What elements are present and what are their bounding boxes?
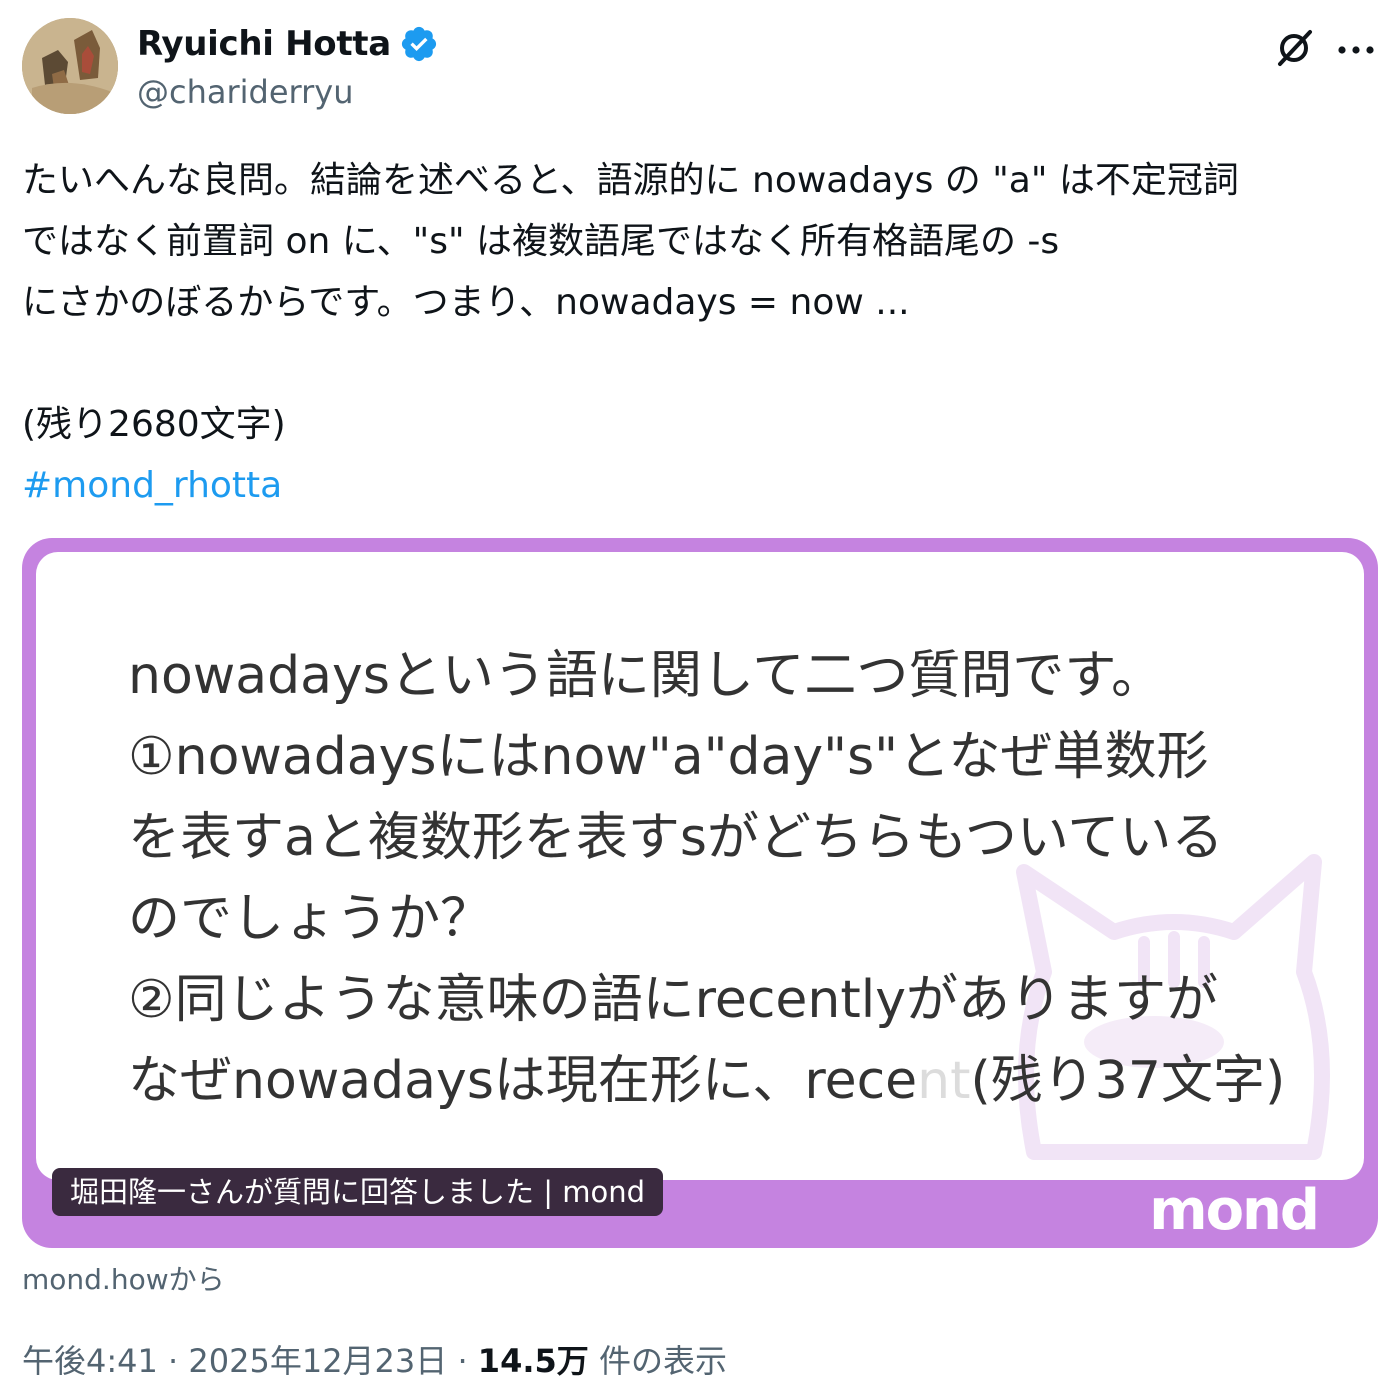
tweet-text-line: たいへんな良問。結論を述べると、語源的に nowadays の "a" は不定冠… [22,160,1239,201]
meta-separator: · [157,1342,189,1380]
mond-logo: mond [1149,1178,1320,1243]
more-options-icon[interactable] [1334,28,1378,68]
meta-separator: · [447,1342,478,1380]
tweet-text-line: にさかのぼるからです。つまり、nowadays = now ... [22,282,910,323]
author-handle[interactable]: @chariderryu [137,73,354,111]
question-line-main: なぜnowadaysは現在形に、rece [128,1051,918,1111]
tweet-text-line: ではなく前置詞 on に、"s" は複数語尾ではなく所有格語尾の -s [22,221,1060,262]
avatar-image [22,18,118,114]
question-line: を表すaと複数形を表すsがどちらもついている [128,808,1224,868]
question-text: nowadaysという語に関して二つ質問です。 ①nowadaysにはnow"a… [128,636,1285,1122]
remaining-characters: (残り2680文字) [22,404,286,445]
avatar[interactable] [22,18,118,114]
card-caption: 堀田隆一さんが質問に回答しました | mond [52,1168,663,1216]
question-line: ①nowadaysにはnow"a"day"s"となぜ単数形 [128,727,1209,787]
grok-icon[interactable] [1272,26,1316,70]
link-preview-card[interactable]: nowadaysという語に関して二つ質問です。 ①nowadaysにはnow"a… [22,538,1378,1248]
verified-badge-icon [401,26,436,62]
tweet-header: Ryuichi Hotta @chariderryu [22,18,1378,118]
question-remaining: (残り37文字) [970,1051,1286,1111]
views-count[interactable]: 14.5万 [478,1342,589,1380]
question-line-faded: nt [917,1051,971,1111]
tweet-date[interactable]: 2025年12月23日 [188,1342,447,1380]
question-line: のでしょうか？ [128,889,493,949]
author-display-name[interactable]: Ryuichi Hotta [137,24,391,64]
hashtag-link[interactable]: #mond_rhotta [22,455,1378,516]
question-last-line: なぜnowadaysは現在形に、recent(残り37文字) [128,1041,1285,1122]
question-line: nowadaysという語に関して二つ質問です。 [128,646,1164,706]
tweet-body: たいへんな良問。結論を述べると、語源的に nowadays の "a" は不定冠… [22,150,1378,516]
question-line: ②同じような意味の語にrecentlyがありますが [128,970,1218,1030]
tweet-meta: 午後4:41 · 2025年12月23日 · 14.5万 件の表示 [22,1336,727,1382]
name-row: Ryuichi Hotta [137,24,439,64]
tweet-time[interactable]: 午後4:41 [22,1342,158,1380]
card-source-link[interactable]: mond.howから [22,1258,225,1298]
views-label: 件の表示 [588,1342,727,1380]
card-image: nowadaysという語に関して二つ質問です。 ①nowadaysにはnow"a… [36,552,1364,1180]
